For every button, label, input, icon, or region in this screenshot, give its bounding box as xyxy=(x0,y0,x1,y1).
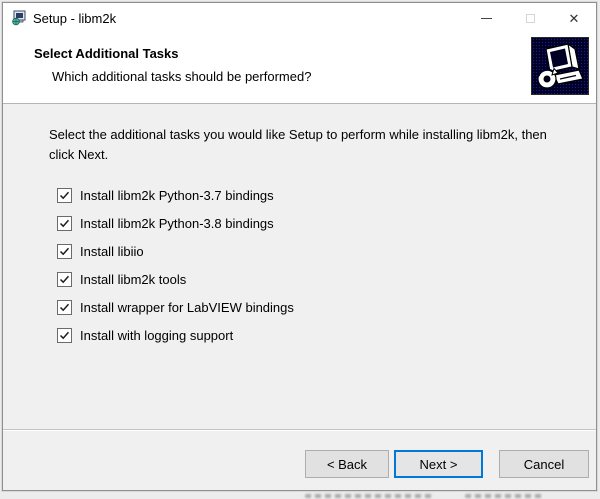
task-label[interactable]: Install wrapper for LabVIEW bindings xyxy=(80,300,294,315)
instruction-text: Select the additional tasks you would li… xyxy=(49,127,547,162)
task-label[interactable]: Install libiio xyxy=(80,244,144,259)
page-subtitle: Which additional tasks should be perform… xyxy=(52,69,312,84)
blurred-background-text xyxy=(305,494,435,498)
task-row[interactable]: Install libm2k tools xyxy=(57,265,294,293)
page-title: Select Additional Tasks xyxy=(34,46,179,61)
setup-computer-icon xyxy=(531,37,589,95)
maximize-button xyxy=(508,3,552,33)
cancel-button[interactable]: Cancel xyxy=(499,450,589,478)
task-row[interactable]: Install libm2k Python-3.7 bindings xyxy=(57,181,294,209)
task-row[interactable]: Install libiio xyxy=(57,237,294,265)
back-button[interactable]: < Back xyxy=(305,450,389,478)
wizard-body: Select the additional tasks you would li… xyxy=(3,105,596,428)
task-label[interactable]: Install libm2k tools xyxy=(80,272,186,287)
maximize-icon xyxy=(525,13,535,23)
task-label[interactable]: Install libm2k Python-3.7 bindings xyxy=(80,188,274,203)
checkbox-libiio[interactable] xyxy=(57,243,72,259)
checkbox-python37[interactable] xyxy=(57,187,72,203)
wizard-header: Select Additional Tasks Which additional… xyxy=(3,33,596,104)
checkbox-python38[interactable] xyxy=(57,215,72,231)
close-icon: ✕ xyxy=(568,10,580,26)
task-row[interactable]: Install wrapper for LabVIEW bindings xyxy=(57,293,294,321)
checkbox-libm2k-tools[interactable] xyxy=(57,271,72,287)
minimize-icon xyxy=(480,17,492,19)
minimize-button[interactable] xyxy=(464,3,508,33)
setup-wizard-window: Setup - libm2k ✕ Select Additional Tasks… xyxy=(2,2,597,491)
window-title: Setup - libm2k xyxy=(33,10,117,26)
task-label[interactable]: Install with logging support xyxy=(80,328,233,343)
next-button[interactable]: Next > xyxy=(394,450,483,478)
title-bar[interactable]: Setup - libm2k ✕ xyxy=(3,3,596,33)
checkbox-labview[interactable] xyxy=(57,299,72,315)
task-row[interactable]: Install with logging support xyxy=(57,321,294,349)
installer-app-icon xyxy=(11,10,27,26)
task-list: Install libm2k Python-3.7 bindings Insta… xyxy=(57,181,294,349)
background-strip xyxy=(0,493,600,499)
task-row[interactable]: Install libm2k Python-3.8 bindings xyxy=(57,209,294,237)
blurred-background-text xyxy=(465,494,545,498)
close-button[interactable]: ✕ xyxy=(552,3,596,33)
wizard-footer: < Back Next > Cancel xyxy=(3,429,596,490)
task-label[interactable]: Install libm2k Python-3.8 bindings xyxy=(80,216,274,231)
checkbox-logging[interactable] xyxy=(57,327,72,343)
